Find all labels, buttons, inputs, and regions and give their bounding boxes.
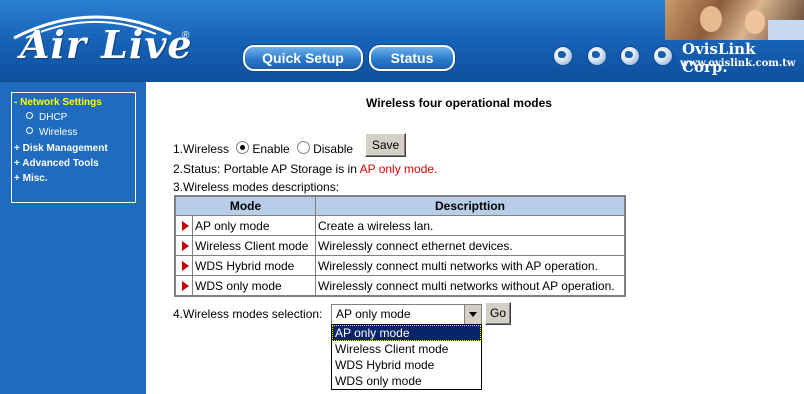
mode-selection-label: 4.Wireless modes selection:	[173, 307, 323, 321]
bullet-icon	[26, 112, 33, 119]
arrow-cell	[174, 215, 193, 236]
mode-cell: WDS Hybrid mode	[192, 255, 316, 276]
status-button[interactable]: Status	[369, 45, 455, 71]
sidebar-item-advanced-tools[interactable]: + Advanced Tools	[14, 158, 99, 169]
bullet-icon	[26, 127, 33, 134]
descriptions-label: 3.Wireless modes descriptions:	[173, 180, 340, 194]
header-photo-child	[745, 10, 765, 34]
table-header-row: Mode Descripttion	[174, 195, 626, 216]
globe-icon	[620, 46, 640, 66]
status-value: AP only mode.	[359, 162, 438, 176]
arrow-cell	[174, 235, 193, 256]
status-prefix: 2.Status: Portable AP Storage is in	[173, 162, 360, 176]
logo-registered-mark: ®	[182, 30, 190, 41]
mode-select[interactable]: AP only mode	[331, 304, 482, 325]
mode-cell: AP only mode	[192, 215, 316, 236]
globe-icon	[653, 46, 673, 66]
mode-option-wireless-client[interactable]: Wireless Client mode	[332, 341, 481, 357]
mode-dropdown-list: AP only mode Wireless Client mode WDS Hy…	[331, 324, 482, 390]
sidebar-nav: - Network Settings DHCP Wireless + Disk …	[11, 92, 136, 203]
table-row: AP only mode Create a wireless lan.	[174, 215, 626, 236]
sidebar-item-network-settings[interactable]: - Network Settings	[14, 97, 102, 108]
arrow-cell	[174, 275, 193, 297]
arrow-right-icon	[182, 221, 189, 232]
wireless-label: 1.Wireless	[173, 142, 230, 156]
save-button[interactable]: Save	[365, 133, 406, 157]
sidebar-item-dhcp[interactable]: DHCP	[26, 112, 67, 123]
description-cell: Wirelessly connect ethernet devices.	[315, 235, 626, 256]
mode-option-ap-only[interactable]: AP only mode	[332, 325, 481, 341]
header-banner: Air Live ® Quick Setup Status OvisLink C…	[0, 0, 804, 82]
disable-label: Disable	[313, 142, 354, 156]
page-title: Wireless four operational modes	[366, 96, 552, 110]
table-header-mode: Mode	[174, 195, 316, 216]
globe-icon	[553, 46, 573, 66]
arrow-right-icon	[182, 261, 189, 272]
description-cell: Create a wireless lan.	[315, 215, 626, 236]
header-photo-person	[700, 6, 722, 32]
header-photo-detail	[768, 20, 804, 40]
logo-text: Air Live	[20, 22, 193, 67]
table-header-description: Descripttion	[315, 195, 626, 216]
mode-select-value: AP only mode	[336, 307, 411, 321]
chevron-down-icon[interactable]	[464, 305, 481, 324]
quick-setup-button[interactable]: Quick Setup	[243, 45, 363, 71]
table-row: WDS only mode Wirelessly connect multi n…	[174, 275, 626, 297]
description-cell: Wirelessly connect multi networks with A…	[315, 255, 626, 276]
main-content: Wireless four operational modes 1.Wirele…	[146, 82, 804, 394]
arrow-right-icon	[182, 281, 189, 292]
sidebar-item-disk-management[interactable]: + Disk Management	[14, 143, 108, 154]
sidebar-item-misc[interactable]: + Misc.	[14, 173, 48, 184]
modes-table: Mode Descripttion AP only mode Create a …	[174, 195, 626, 297]
mode-option-wds-hybrid[interactable]: WDS Hybrid mode	[332, 357, 481, 373]
sidebar-item-label: DHCP	[39, 112, 68, 123]
company-url[interactable]: www.ovislink.com.tw	[680, 58, 796, 69]
mode-option-wds-only[interactable]: WDS only mode	[332, 373, 481, 389]
mode-cell: WDS only mode	[192, 275, 316, 297]
wireless-toggle-row: 1.Wireless Enable Disable	[173, 141, 353, 156]
enable-radio[interactable]	[236, 141, 250, 154]
table-row: Wireless Client mode Wirelessly connect …	[174, 235, 626, 256]
status-row: 2.Status: Portable AP Storage is in AP o…	[173, 162, 437, 176]
mode-cell: Wireless Client mode	[192, 235, 316, 256]
enable-label: Enable	[252, 142, 290, 156]
sidebar-item-wireless[interactable]: Wireless	[26, 127, 77, 138]
arrow-cell	[174, 255, 193, 276]
disable-radio[interactable]	[297, 141, 311, 154]
sidebar-item-label: Wireless	[39, 127, 78, 138]
description-cell: Wirelessly connect multi networks withou…	[315, 275, 626, 297]
globe-icon	[587, 46, 607, 66]
table-row: WDS Hybrid mode Wirelessly connect multi…	[174, 255, 626, 276]
go-button[interactable]: Go	[485, 302, 511, 325]
arrow-right-icon	[182, 241, 189, 252]
